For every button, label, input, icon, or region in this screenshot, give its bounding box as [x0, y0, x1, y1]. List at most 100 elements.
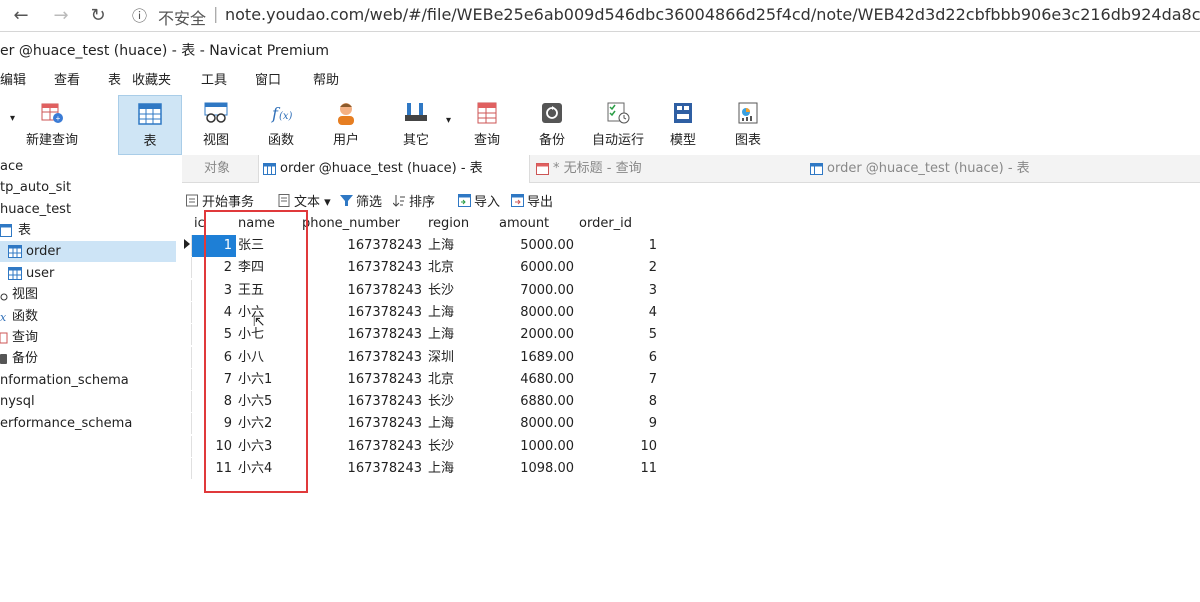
cell-region[interactable]: 长沙: [428, 280, 478, 302]
table-row[interactable]: 3 王五 167378243 长沙 7000.00 3: [182, 279, 662, 302]
menu-edit[interactable]: 编辑: [0, 69, 26, 93]
model-button[interactable]: 模型: [651, 95, 715, 155]
cell-id[interactable]: 11: [196, 458, 232, 480]
cell-amount[interactable]: 2000.00: [504, 324, 574, 346]
cell-name[interactable]: 小六: [238, 302, 298, 324]
cell-id[interactable]: 7: [196, 369, 232, 391]
cell-id[interactable]: 9: [196, 413, 232, 435]
cell-name[interactable]: 小八: [238, 347, 298, 369]
column-header-name[interactable]: name: [238, 213, 275, 235]
tree-item-functions[interactable]: x 函数: [0, 306, 38, 327]
tree-item-huace[interactable]: ace: [0, 156, 23, 177]
tree-item-order[interactable]: order: [0, 241, 176, 262]
cell-order-id[interactable]: 8: [602, 391, 657, 413]
cell-id[interactable]: 8: [196, 391, 232, 413]
row-marker[interactable]: [182, 324, 192, 346]
cell-phone-number[interactable]: 167378243: [332, 280, 422, 302]
cell-name[interactable]: 王五: [238, 280, 298, 302]
tree-item-mysql[interactable]: nysql: [0, 391, 35, 412]
cell-region[interactable]: 北京: [428, 257, 478, 279]
cell-amount[interactable]: 5000.00: [504, 235, 574, 257]
sort-button[interactable]: 排序: [393, 191, 435, 210]
tab-objects[interactable]: 对象: [200, 155, 266, 183]
text-button[interactable]: 文本 ▾: [278, 191, 331, 210]
row-marker[interactable]: [182, 413, 192, 435]
cell-region[interactable]: 上海: [428, 235, 478, 257]
cell-name[interactable]: 小六1: [238, 369, 298, 391]
cell-region[interactable]: 长沙: [428, 436, 478, 458]
cell-order-id[interactable]: 6: [602, 347, 657, 369]
cell-amount[interactable]: 8000.00: [504, 302, 574, 324]
cell-amount[interactable]: 1000.00: [504, 436, 574, 458]
row-marker[interactable]: [182, 279, 192, 301]
cell-region[interactable]: 上海: [428, 413, 478, 435]
table-button[interactable]: 表: [118, 95, 182, 155]
cell-amount[interactable]: 1689.00: [504, 347, 574, 369]
cell-name[interactable]: 小六2: [238, 413, 298, 435]
cell-amount[interactable]: 6880.00: [504, 391, 574, 413]
tree-item-huace-test[interactable]: huace_test: [0, 199, 71, 220]
cell-name[interactable]: 小六5: [238, 391, 298, 413]
table-row[interactable]: 7 小六1 167378243 北京 4680.00 7: [182, 368, 662, 391]
column-header-order-id[interactable]: order_id: [579, 213, 632, 235]
new-query-button[interactable]: + 新建查询: [20, 95, 84, 155]
query-button[interactable]: 查询: [455, 95, 519, 155]
cell-amount[interactable]: 8000.00: [504, 413, 574, 435]
cell-phone-number[interactable]: 167378243: [332, 235, 422, 257]
export-button[interactable]: 导出: [511, 191, 553, 210]
cell-id[interactable]: 4: [196, 302, 232, 324]
menu-window[interactable]: 窗口: [255, 69, 281, 93]
cell-order-id[interactable]: 10: [602, 436, 657, 458]
column-header-phone-number[interactable]: phone_number: [302, 213, 400, 235]
cell-phone-number[interactable]: 167378243: [332, 257, 422, 279]
tree-item-tables[interactable]: 表: [0, 220, 31, 241]
table-row[interactable]: 6 小八 167378243 深圳 1689.00 6: [182, 346, 662, 369]
table-row[interactable]: 8 小六5 167378243 长沙 6880.00 8: [182, 391, 662, 413]
cell-amount[interactable]: 1098.00: [504, 458, 574, 480]
cell-order-id[interactable]: 11: [602, 458, 657, 480]
tree-item-user[interactable]: user: [0, 263, 54, 284]
cell-phone-number[interactable]: 167378243: [332, 324, 422, 346]
tab-untitled-query[interactable]: * 无标题 - 查询: [532, 155, 802, 183]
cell-region[interactable]: 上海: [428, 324, 478, 346]
url-field[interactable]: note.youdao.com/web/#/file/WEBe25e6ab009…: [225, 5, 1200, 24]
table-row[interactable]: 11 小六4 167378243 上海 1098.00 11: [182, 458, 662, 480]
tab-order-table-2[interactable]: order @huace_test (huace) - 表: [806, 155, 1106, 183]
cell-order-id[interactable]: 4: [602, 302, 657, 324]
toolbar-dropdown-arrow[interactable]: ▾: [10, 113, 15, 124]
cell-name[interactable]: 李四: [238, 257, 298, 279]
function-button[interactable]: f (x) 函数: [249, 95, 313, 155]
table-row[interactable]: 9 小六2 167378243 上海 8000.00 9: [182, 413, 662, 435]
tree-item-performance-schema[interactable]: erformance_schema: [0, 413, 132, 434]
reload-button[interactable]: ↻: [85, 3, 111, 29]
row-marker[interactable]: [182, 435, 192, 457]
menu-help[interactable]: 帮助: [313, 69, 339, 93]
cell-order-id[interactable]: 7: [602, 369, 657, 391]
row-marker[interactable]: [182, 346, 192, 368]
table-row[interactable]: 10 小六3 167378243 长沙 1000.00 10: [182, 435, 662, 458]
tree-item-tp-auto-sit[interactable]: tp_auto_sit: [0, 177, 71, 198]
cell-order-id[interactable]: 1: [602, 235, 657, 257]
other-button[interactable]: 其它: [384, 95, 448, 155]
cell-phone-number[interactable]: 167378243: [332, 302, 422, 324]
tree-item-queries[interactable]: 查询: [0, 327, 38, 348]
cell-id[interactable]: 5: [196, 324, 232, 346]
import-button[interactable]: 导入: [458, 191, 500, 210]
begin-transaction-button[interactable]: 开始事务: [186, 191, 254, 210]
user-button[interactable]: 用户: [314, 95, 378, 155]
cell-region[interactable]: 上海: [428, 458, 478, 480]
row-marker[interactable]: [182, 458, 192, 479]
tree-item-backups[interactable]: 备份: [0, 348, 38, 369]
cell-id[interactable]: 1: [196, 235, 232, 257]
cell-id[interactable]: 2: [196, 257, 232, 279]
info-icon[interactable]: ⓘ: [132, 5, 147, 26]
cell-region[interactable]: 长沙: [428, 391, 478, 413]
cell-name[interactable]: 张三: [238, 235, 298, 257]
cell-id[interactable]: 6: [196, 347, 232, 369]
cell-amount[interactable]: 7000.00: [504, 280, 574, 302]
column-header-amount[interactable]: amount: [499, 213, 549, 235]
column-header-region[interactable]: region: [428, 213, 469, 235]
filter-button[interactable]: 筛选: [340, 191, 382, 210]
column-header-id[interactable]: ic: [194, 213, 205, 235]
row-marker[interactable]: [182, 391, 192, 413]
